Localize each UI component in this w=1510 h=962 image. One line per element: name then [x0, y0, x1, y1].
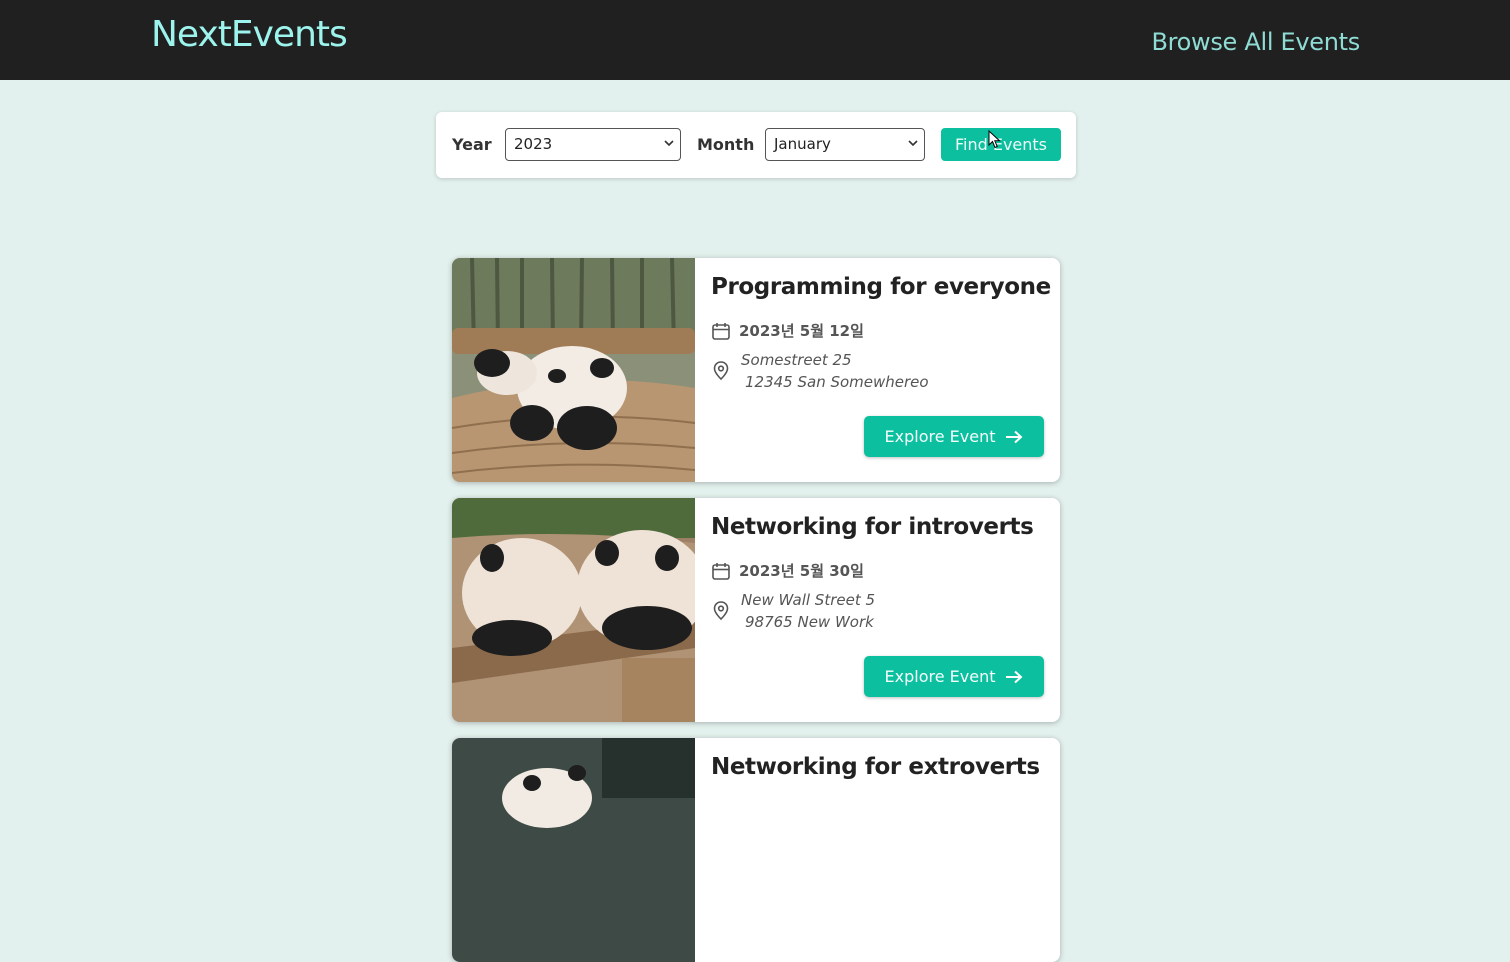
event-address-row: Somestreet 25 12345 San Somewhereo	[711, 349, 929, 393]
event-address: Somestreet 25 12345 San Somewhereo	[741, 349, 929, 393]
event-title: Networking for introverts	[711, 514, 1034, 540]
map-pin-icon	[713, 361, 729, 381]
event-date: 2023년 5월 30일	[739, 562, 864, 580]
explore-event-label: Explore Event	[884, 667, 996, 686]
month-select-value: January	[774, 135, 831, 153]
chevron-down-icon	[908, 140, 918, 147]
year-label: Year	[452, 135, 492, 154]
explore-event-button[interactable]: Explore Event	[864, 656, 1044, 697]
event-card: Networking for introverts 2023년 5월 30일 N…	[452, 498, 1060, 722]
event-filter-form: Year 2023 Month January Find Events	[436, 112, 1076, 178]
event-date: 2023년 5월 12일	[739, 322, 864, 340]
address-city: 12345 San Somewhereo	[745, 373, 929, 391]
event-title: Networking for extroverts	[711, 754, 1040, 780]
map-pin-icon	[713, 601, 729, 621]
explore-event-button[interactable]: Explore Event	[864, 416, 1044, 457]
event-card: Programming for everyone 2023년 5월 12일 So…	[452, 258, 1060, 482]
event-address-row: New Wall Street 5 98765 New Work	[711, 589, 875, 633]
event-address: New Wall Street 5 98765 New Work	[741, 589, 875, 633]
arrow-right-icon	[1006, 670, 1023, 683]
address-street: New Wall Street 5	[741, 591, 876, 609]
chevron-down-icon	[664, 140, 674, 147]
year-select[interactable]: 2023	[505, 128, 681, 161]
event-image	[452, 738, 695, 962]
browse-all-events-link[interactable]: Browse All Events	[1151, 28, 1360, 56]
event-date-row: 2023년 5월 30일	[711, 560, 864, 581]
main-header: NextEvents Browse All Events	[0, 0, 1510, 80]
address-city: 98765 New Work	[745, 613, 874, 631]
event-image	[452, 498, 695, 722]
event-image	[452, 258, 695, 482]
year-select-value: 2023	[514, 135, 553, 153]
logo[interactable]: NextEvents	[151, 14, 348, 55]
address-street: Somestreet 25	[741, 351, 852, 369]
month-label: Month	[697, 135, 755, 154]
event-title: Programming for everyone	[711, 274, 1051, 300]
event-date-row: 2023년 5월 12일	[711, 320, 864, 341]
mouse-cursor-icon	[988, 130, 1001, 149]
calendar-icon	[712, 322, 730, 340]
event-card: Networking for extroverts	[452, 738, 1060, 962]
calendar-icon	[712, 562, 730, 580]
month-select[interactable]: January	[765, 128, 925, 161]
arrow-right-icon	[1006, 430, 1023, 443]
explore-event-label: Explore Event	[884, 427, 996, 446]
